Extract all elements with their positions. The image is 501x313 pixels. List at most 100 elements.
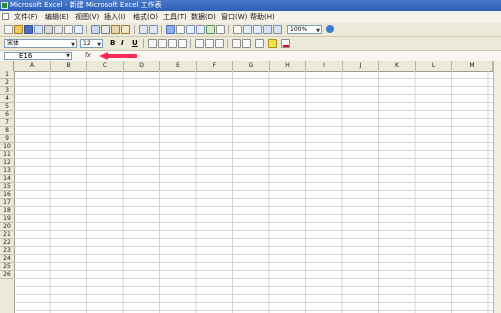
- row-header[interactable]: 14: [0, 175, 14, 183]
- worksheet-grid[interactable]: A B C D E F G H I J K L M 1 2 3 4 5 6 7 …: [0, 61, 493, 313]
- column-header[interactable]: C: [87, 61, 124, 71]
- row-header[interactable]: 22: [0, 239, 14, 247]
- font-select[interactable]: 宋体 ▼: [4, 39, 77, 48]
- center-icon[interactable]: [158, 39, 167, 48]
- title-bar: Microsoft Excel - 新建 Microsoft Excel 工作表: [0, 0, 501, 11]
- menu-data[interactable]: 数据(D): [191, 11, 216, 23]
- name-box[interactable]: E16 ▼: [4, 52, 72, 60]
- increase-indent-icon[interactable]: [242, 39, 251, 48]
- column-header[interactable]: A: [14, 61, 51, 71]
- column-header[interactable]: B: [51, 61, 87, 71]
- row-header[interactable]: 1: [0, 71, 14, 79]
- sheet-menu-icon[interactable]: [0, 11, 10, 23]
- copy-icon[interactable]: [101, 25, 110, 34]
- cell-grid[interactable]: [14, 71, 493, 313]
- column-header[interactable]: M: [452, 61, 493, 71]
- row-header[interactable]: 17: [0, 199, 14, 207]
- row-header[interactable]: 10: [0, 143, 14, 151]
- comma-style-icon[interactable]: [263, 25, 272, 34]
- select-all-corner[interactable]: [0, 61, 14, 71]
- save-icon[interactable]: [24, 25, 33, 34]
- permission-icon[interactable]: [34, 25, 43, 34]
- row-header[interactable]: 18: [0, 207, 14, 215]
- column-header[interactable]: E: [160, 61, 197, 71]
- align-left-icon[interactable]: [148, 39, 157, 48]
- menu-file[interactable]: 文件(F): [14, 11, 38, 23]
- research-icon[interactable]: [74, 25, 83, 34]
- bold-button[interactable]: B: [110, 39, 115, 48]
- open-icon[interactable]: [14, 25, 23, 34]
- row-header[interactable]: 19: [0, 215, 14, 223]
- borders-icon[interactable]: [255, 39, 264, 48]
- column-header[interactable]: D: [124, 61, 160, 71]
- italic-button[interactable]: I: [121, 39, 124, 48]
- currency-icon[interactable]: [243, 25, 252, 34]
- menu-insert[interactable]: 插入(I): [104, 11, 126, 23]
- menu-tools[interactable]: 工具(T): [163, 11, 187, 23]
- column-header[interactable]: J: [343, 61, 379, 71]
- menu-help[interactable]: 帮助(H): [250, 11, 275, 23]
- row-header[interactable]: 24: [0, 255, 14, 263]
- column-header[interactable]: H: [270, 61, 306, 71]
- row-header[interactable]: 25: [0, 263, 14, 271]
- percent-style-icon[interactable]: [195, 39, 204, 48]
- autosum-icon[interactable]: [176, 25, 185, 34]
- row-header[interactable]: 26: [0, 271, 14, 279]
- decimal-icon[interactable]: [205, 39, 214, 48]
- row-header[interactable]: 9: [0, 135, 14, 143]
- underline-button[interactable]: U: [132, 39, 138, 48]
- row-header[interactable]: 13: [0, 167, 14, 175]
- decrease-indent-icon[interactable]: [232, 39, 241, 48]
- row-header[interactable]: 15: [0, 183, 14, 191]
- zoom-select[interactable]: 100% ▼: [287, 25, 322, 34]
- drawing-icon[interactable]: [216, 25, 225, 34]
- menu-edit[interactable]: 编辑(E): [45, 11, 69, 23]
- menu-window[interactable]: 窗口(W): [221, 11, 247, 23]
- column-header[interactable]: K: [379, 61, 416, 71]
- decrease-decimal-icon[interactable]: [215, 39, 224, 48]
- sort-descending-icon[interactable]: [196, 25, 205, 34]
- increase-decimal-icon[interactable]: [273, 25, 282, 34]
- new-icon[interactable]: [4, 25, 13, 34]
- merge-center-icon[interactable]: [233, 25, 242, 34]
- align-right-icon[interactable]: [168, 39, 177, 48]
- fx-icon[interactable]: fx: [85, 52, 91, 59]
- percent-icon[interactable]: [253, 25, 262, 34]
- row-header[interactable]: 2: [0, 79, 14, 87]
- undo-icon[interactable]: [139, 25, 148, 34]
- row-header[interactable]: 23: [0, 247, 14, 255]
- fill-color-icon[interactable]: [268, 39, 277, 48]
- merge-cells-icon[interactable]: [178, 39, 187, 48]
- print-icon[interactable]: [44, 25, 53, 34]
- row-header[interactable]: 5: [0, 103, 14, 111]
- row-header[interactable]: 7: [0, 119, 14, 127]
- paste-icon[interactable]: [111, 25, 120, 34]
- print-preview-icon[interactable]: [54, 25, 63, 34]
- row-header[interactable]: 20: [0, 223, 14, 231]
- font-size-select[interactable]: 12 ▼: [80, 39, 103, 48]
- column-header[interactable]: G: [233, 61, 270, 71]
- row-header[interactable]: 11: [0, 151, 14, 159]
- sort-ascending-icon[interactable]: [186, 25, 195, 34]
- cut-icon[interactable]: [91, 25, 100, 34]
- help-icon[interactable]: [326, 25, 334, 33]
- font-color-icon[interactable]: [281, 39, 290, 48]
- row-header[interactable]: 6: [0, 111, 14, 119]
- hyperlink-icon[interactable]: [166, 25, 175, 34]
- format-painter-icon[interactable]: [121, 25, 130, 34]
- row-header[interactable]: 3: [0, 87, 14, 95]
- vertical-scrollbar[interactable]: [493, 61, 501, 313]
- column-header[interactable]: F: [197, 61, 233, 71]
- menu-format[interactable]: 格式(O): [133, 11, 158, 23]
- chart-wizard-icon[interactable]: [206, 25, 215, 34]
- row-header[interactable]: 21: [0, 231, 14, 239]
- redo-icon[interactable]: [149, 25, 158, 34]
- spelling-icon[interactable]: [64, 25, 73, 34]
- row-header[interactable]: 8: [0, 127, 14, 135]
- row-header[interactable]: 4: [0, 95, 14, 103]
- row-header[interactable]: 12: [0, 159, 14, 167]
- column-header[interactable]: L: [416, 61, 452, 71]
- row-header[interactable]: 16: [0, 191, 14, 199]
- column-header[interactable]: I: [306, 61, 343, 71]
- menu-view[interactable]: 视图(V): [75, 11, 99, 23]
